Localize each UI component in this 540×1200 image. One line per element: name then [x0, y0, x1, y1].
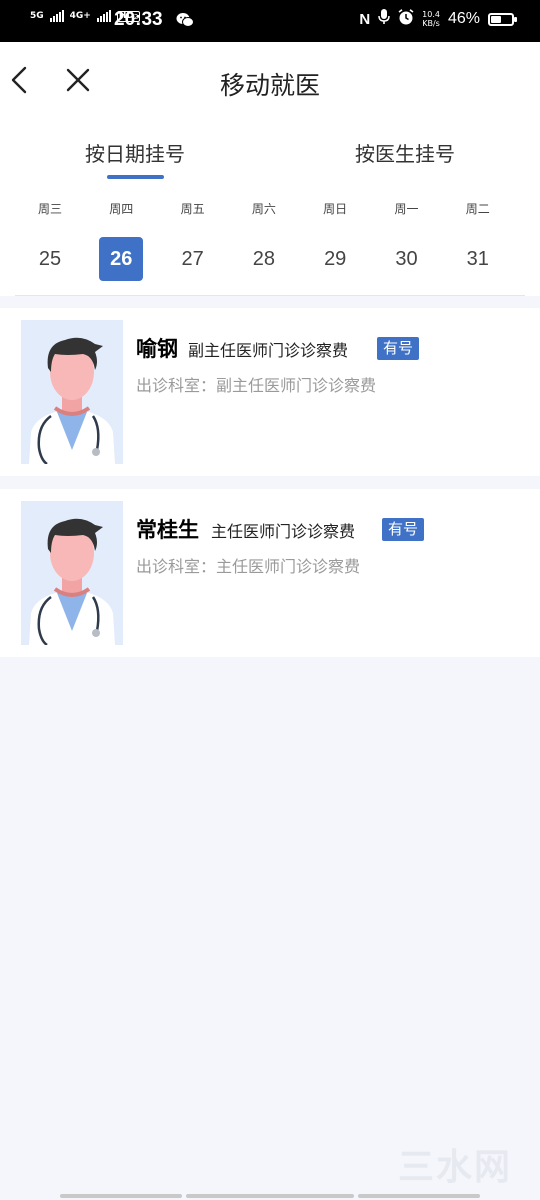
status-right: N 10.4 KB/s 46% — [359, 9, 517, 29]
nfc-icon: N — [359, 10, 371, 28]
department-value: 副主任医师门诊诊察费 — [216, 376, 377, 395]
day-number: 28 — [252, 248, 276, 270]
date-item[interactable]: 周二 31 — [456, 184, 500, 296]
active-tab-indicator — [107, 175, 164, 179]
weekday-label: 周一 — [394, 202, 419, 216]
wechat-icon — [176, 12, 194, 32]
date-strip: 周三 25 周四 26 周五 27 周六 28 周日 29 周一 30 周二 31 — [0, 184, 540, 296]
date-item[interactable]: 周五 27 — [171, 184, 215, 296]
battery-icon — [488, 12, 517, 26]
doctor-department: 出诊科室：副主任医师门诊诊察费 — [136, 372, 376, 396]
day-number: 30 — [395, 248, 418, 270]
tab-by-doctor[interactable]: 按医生挂号 — [355, 138, 455, 167]
signal-icon — [49, 10, 64, 22]
availability-badge: 有号 — [382, 518, 425, 541]
weekday-label: 周三 — [37, 202, 62, 216]
day-number: 31 — [466, 248, 489, 270]
doctor-department: 出诊科室：主任医师门诊诊察费 — [136, 553, 360, 577]
registration-tabs: 按日期挂号 按医生挂号 — [0, 120, 540, 184]
doctor-title: 主任医师门诊诊察费 — [211, 522, 356, 541]
home-indicator-center — [186, 1194, 354, 1198]
weekday-label: 周四 — [109, 202, 134, 216]
doctor-title: 副主任医师门诊诊察费 — [188, 341, 349, 360]
home-indicator-right — [358, 1194, 480, 1198]
clock-time: 20:33 — [114, 9, 163, 30]
doctor-name: 喻钢 — [136, 337, 178, 361]
home-indicator-left — [60, 1194, 182, 1198]
battery-fill — [491, 15, 502, 23]
day-number: 25 — [38, 248, 62, 270]
microphone-icon — [378, 9, 390, 29]
day-number: 27 — [181, 248, 204, 270]
weekday-label: 周六 — [251, 202, 276, 216]
nav-bar: 移动就医 — [0, 42, 540, 120]
doctor-card[interactable]: 常桂生 主任医师门诊诊察费 有号 出诊科室：主任医师门诊诊察费 — [0, 489, 540, 657]
page-title: 移动就医 — [219, 71, 320, 100]
network-4g-label: 4G+ — [69, 10, 91, 21]
doctor-card[interactable]: 喻钢 副主任医师门诊诊察费 有号 出诊科室：副主任医师门诊诊察费 — [0, 308, 540, 476]
doctor-avatar — [21, 320, 123, 464]
net-speed: 10.4 KB/s — [422, 10, 440, 28]
day-number: 26 — [99, 237, 144, 281]
doctor-name: 常桂生 — [136, 518, 199, 542]
date-item[interactable]: 周四 26 — [99, 184, 144, 296]
battery-percent: 46% — [447, 10, 480, 27]
department-label: 出诊科室： — [136, 376, 217, 395]
date-item[interactable]: 周三 25 — [28, 184, 72, 296]
net-speed-unit: KB/s — [422, 19, 440, 28]
department-label: 出诊科室： — [136, 557, 217, 576]
status-bar: 5G 4G+ HD 2 20:33 N 10.4 KB/s 46% — [0, 0, 540, 42]
tab-by-date[interactable]: 按日期挂号 — [85, 138, 185, 167]
watermark-logo: 三水网 — [398, 1147, 513, 1188]
doctor-avatar — [21, 501, 123, 645]
date-item[interactable]: 周一 30 — [385, 184, 429, 296]
net-speed-value: 10.4 — [422, 10, 440, 19]
network-5g-label: 5G — [30, 10, 44, 21]
day-number: 29 — [324, 248, 347, 270]
date-item[interactable]: 周日 29 — [313, 184, 357, 296]
availability-badge: 有号 — [377, 337, 420, 360]
weekday-label: 周五 — [180, 202, 205, 216]
alarm-icon — [398, 9, 414, 29]
weekday-label: 周日 — [323, 202, 348, 216]
date-strip-inner: 周三 25 周四 26 周五 27 周六 28 周日 29 周一 30 周二 31 — [15, 184, 525, 296]
date-item[interactable]: 周六 28 — [242, 184, 286, 296]
weekday-label: 周二 — [465, 202, 490, 216]
signal-icon-2 — [96, 10, 111, 22]
department-value: 主任医师门诊诊察费 — [216, 557, 361, 576]
